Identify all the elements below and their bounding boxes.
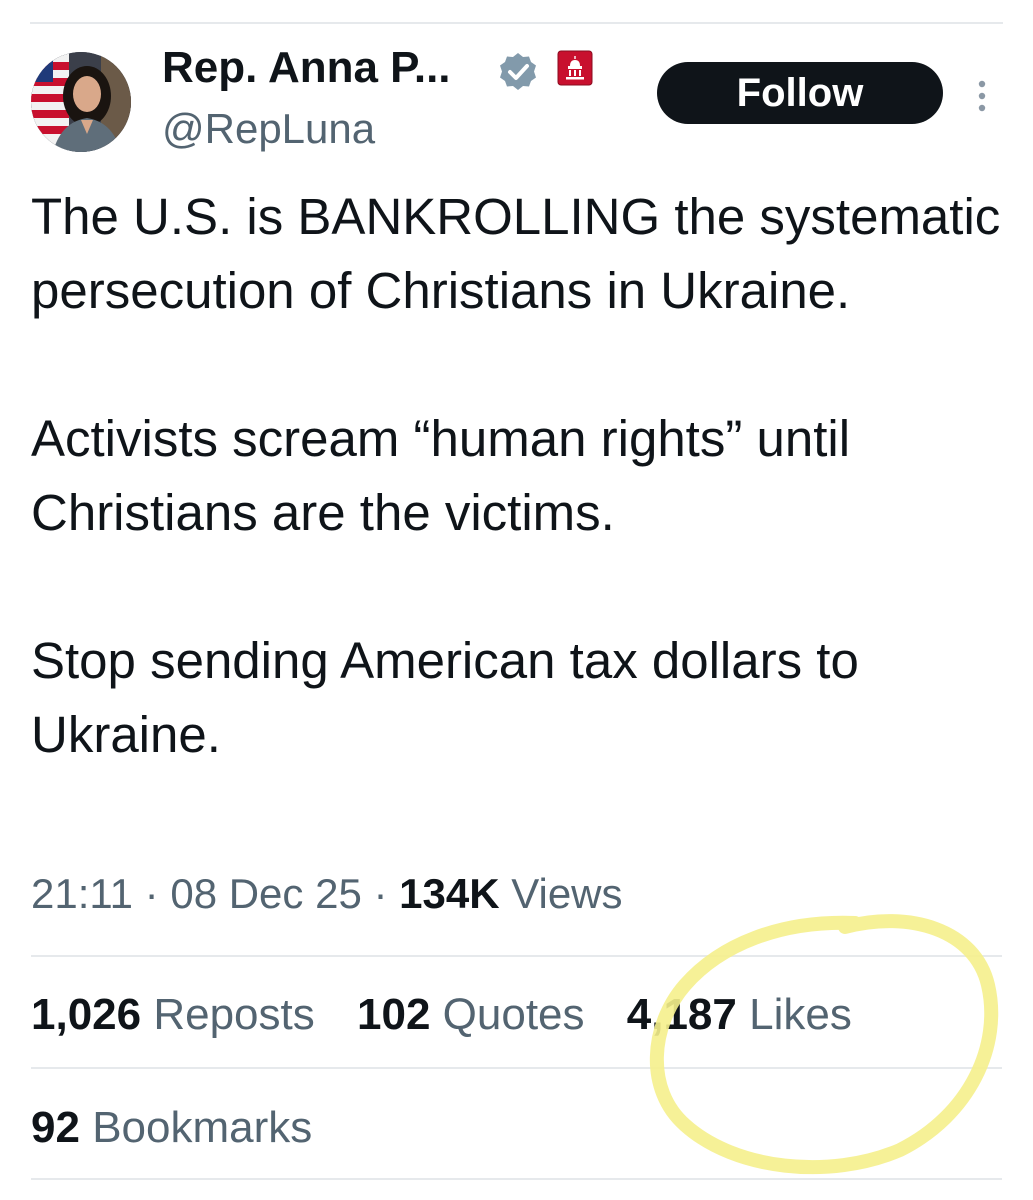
- bookmarks-count: 92: [31, 1103, 80, 1152]
- tweet-meta: 21:11 · 08 Dec 25 · 134K Views: [31, 866, 623, 922]
- views-count: 134K: [399, 870, 500, 917]
- likes-count: 4,187: [626, 990, 737, 1039]
- more-vertical-icon[interactable]: [970, 76, 994, 116]
- meta-separator: ·: [373, 870, 388, 917]
- avatar[interactable]: [31, 52, 131, 152]
- likes-highlight-annotation: [649, 914, 999, 1175]
- tweet-time[interactable]: 21:11: [31, 870, 133, 917]
- tweet-paragraph: Activists scream “human rights” until Ch…: [31, 410, 851, 541]
- quotes-stat[interactable]: 102 Quotes: [357, 986, 585, 1044]
- quotes-label: Quotes: [442, 990, 585, 1039]
- likes-stat[interactable]: 4,187 Likes: [627, 986, 852, 1044]
- follow-button[interactable]: Follow: [657, 62, 943, 124]
- bookmarks-stat[interactable]: 92 Bookmarks: [31, 1099, 312, 1157]
- avatar-photo-icon: [31, 52, 131, 152]
- reposts-label: Reposts: [153, 990, 315, 1039]
- stats-divider-bottom: [31, 1178, 1002, 1180]
- tweet-paragraph: The U.S. is BANKROLLING the systematic p…: [31, 188, 1001, 319]
- quotes-count: 102: [357, 990, 431, 1039]
- views-label: Views: [511, 870, 623, 917]
- us-capitol-badge-icon: [557, 50, 593, 86]
- bookmarks-label: Bookmarks: [92, 1103, 313, 1152]
- verified-badge-icon: [500, 53, 536, 90]
- tweet-text: The U.S. is BANKROLLING the systematic p…: [31, 180, 1006, 772]
- top-divider: [30, 22, 1003, 24]
- meta-separator: ·: [144, 870, 159, 917]
- reposts-stat[interactable]: 1,026 Reposts: [31, 986, 315, 1044]
- stats-divider-middle: [31, 1067, 1002, 1069]
- reposts-count: 1,026: [31, 990, 142, 1039]
- author-handle[interactable]: @RepLuna: [162, 104, 375, 154]
- stats-divider-top: [31, 955, 1002, 957]
- author-display-name[interactable]: Rep. Anna P...: [162, 42, 451, 94]
- tweet-date[interactable]: 08 Dec 25: [170, 870, 361, 917]
- tweet-paragraph: Stop sending American tax dollars to Ukr…: [31, 632, 859, 763]
- engagement-stats: 1,026 Reposts 102 Quotes 4,187 Likes: [31, 986, 882, 1044]
- likes-label: Likes: [749, 990, 852, 1039]
